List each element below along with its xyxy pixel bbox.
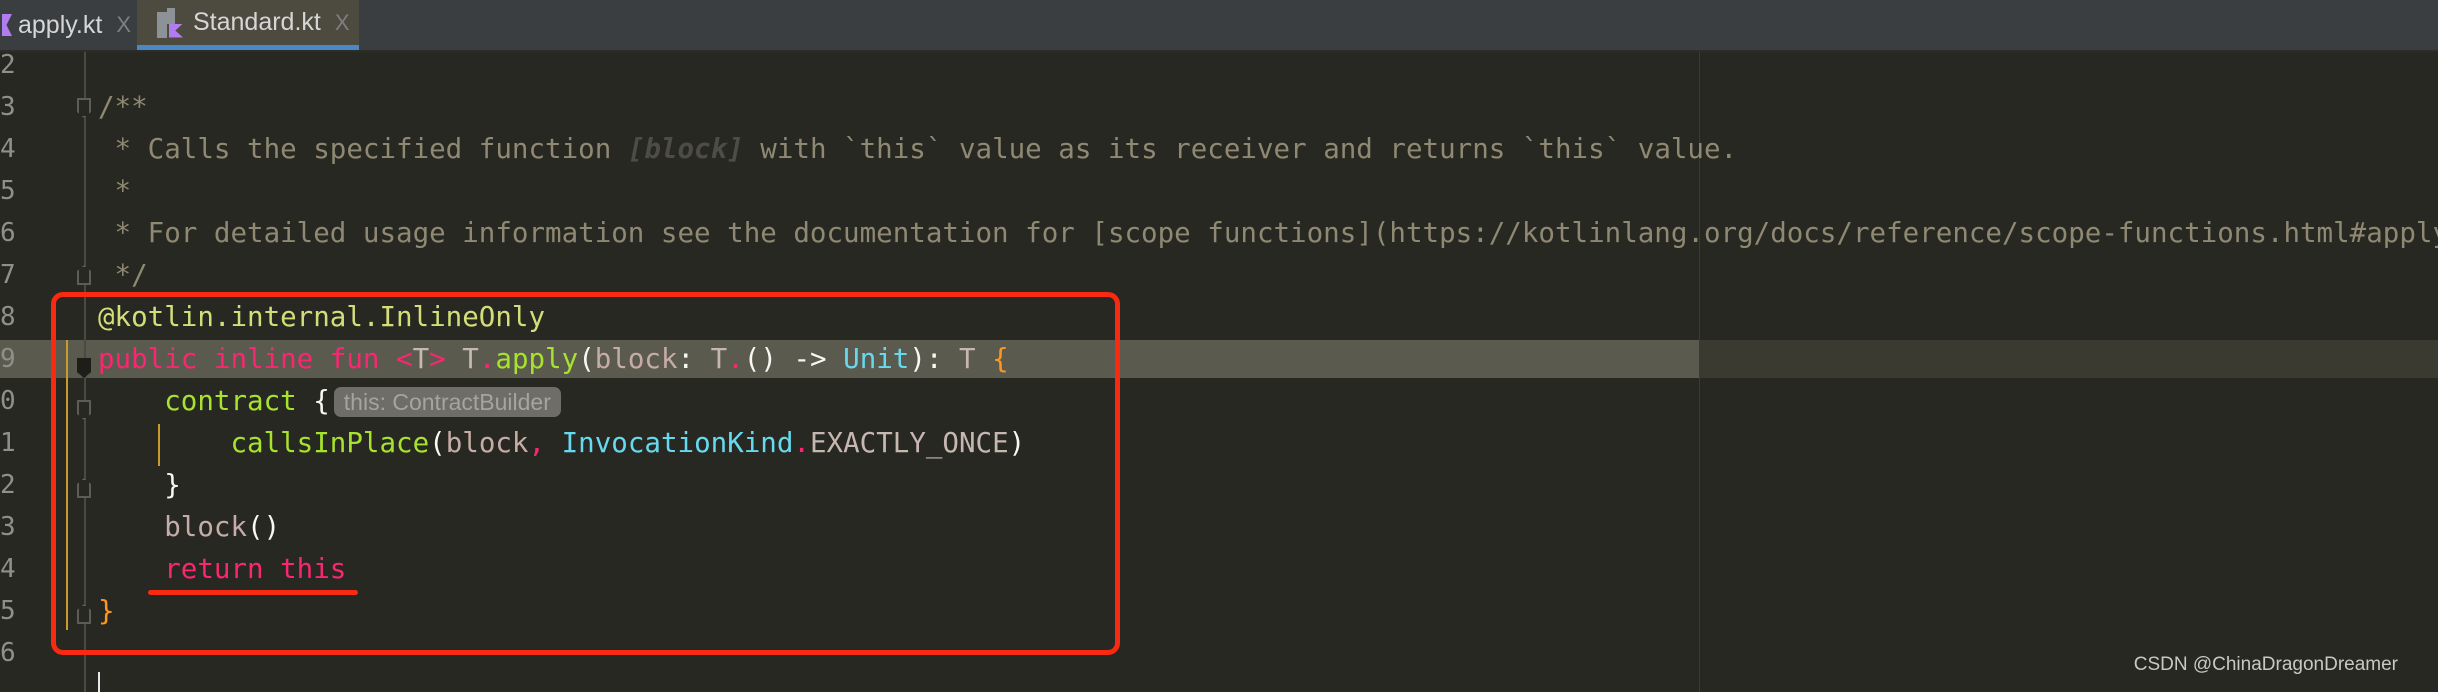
- code-token: * For detailed usage information see the…: [98, 217, 2438, 249]
- line-number: 9: [0, 344, 16, 374]
- line-number: 8: [0, 302, 16, 332]
- close-tab-icon[interactable]: X: [335, 10, 350, 36]
- line-number: 1: [0, 428, 16, 458]
- line-number: 5: [0, 596, 16, 626]
- code-token: [block]: [627, 133, 744, 165]
- current-line-highlight-right: [1700, 340, 2438, 378]
- line-number: 0: [0, 386, 16, 416]
- annotation-highlight-box: [51, 292, 1120, 655]
- line-number: 4: [0, 134, 16, 164]
- line-number: 3: [0, 512, 16, 542]
- line-number: 6: [0, 218, 16, 248]
- line-number: 4: [0, 554, 16, 584]
- watermark: CSDN @ChinaDragonDreamer: [2133, 654, 2398, 675]
- code-line: * Calls the specified function [block] w…: [98, 128, 1738, 170]
- code-line: */: [98, 254, 148, 296]
- line-number: 7: [0, 260, 16, 290]
- code-line: * For detailed usage information see the…: [98, 212, 2438, 254]
- tab-standard-kt[interactable]: Standard.kt X: [137, 0, 359, 50]
- line-number: 3: [0, 92, 16, 122]
- kotlin-library-file-icon: [157, 7, 183, 38]
- line-number: 6: [0, 638, 16, 668]
- code-token: *: [98, 175, 132, 207]
- code-line: *: [98, 170, 132, 212]
- annotation-underline: [148, 590, 358, 595]
- tab-apply-kt[interactable]: apply.kt X: [0, 0, 132, 50]
- kotlin-file-icon: [2, 14, 12, 36]
- close-tab-icon[interactable]: X: [116, 12, 131, 38]
- line-number: 5: [0, 176, 16, 206]
- code-token: */: [98, 259, 148, 291]
- tab-label: Standard.kt: [193, 8, 321, 36]
- code-line: /**: [98, 86, 148, 128]
- code-token: with `this` value as its receiver and re…: [743, 133, 1738, 165]
- code-token: * Calls the specified function: [98, 133, 628, 165]
- text-cursor: [98, 672, 100, 692]
- tab-label: apply.kt: [18, 10, 103, 39]
- code-token: /**: [98, 91, 148, 123]
- line-number: 2: [0, 50, 16, 80]
- line-number: 2: [0, 470, 16, 500]
- editor-tab-bar: apply.kt X Standard.kt X: [0, 0, 2438, 52]
